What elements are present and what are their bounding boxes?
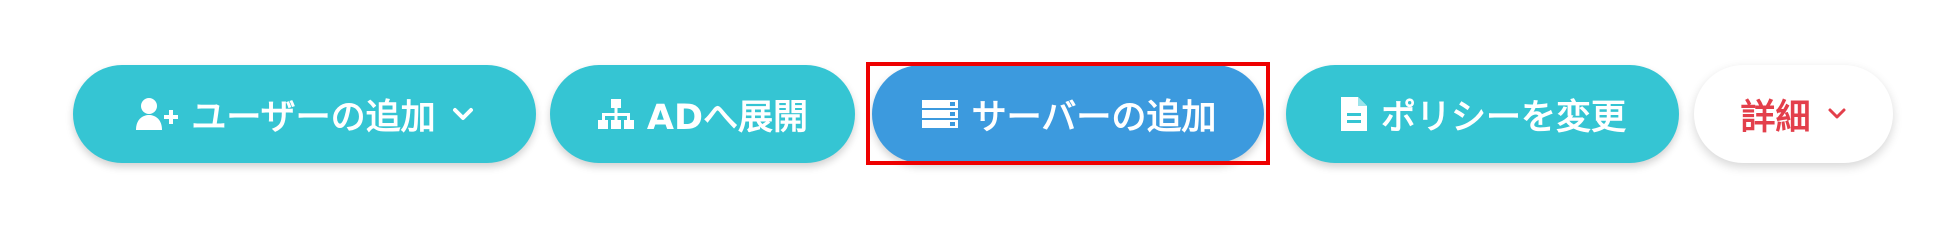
file-icon: [1339, 95, 1369, 133]
change-policy-button[interactable]: ポリシーを変更: [1286, 65, 1679, 163]
server-icon: [920, 98, 960, 130]
chevron-down-icon: [1827, 107, 1847, 121]
user-plus-icon: [135, 96, 179, 132]
chevron-down-icon: [452, 107, 474, 121]
change-policy-label: ポリシーを変更: [1380, 97, 1626, 138]
add-server-label: サーバーの追加: [971, 97, 1217, 138]
add-user-button[interactable]: ユーザーの追加: [73, 65, 536, 163]
details-button[interactable]: 詳細: [1694, 65, 1893, 163]
deploy-ad-button[interactable]: ADへ展開: [550, 65, 855, 163]
details-label: 詳細: [1740, 97, 1811, 138]
add-server-button[interactable]: サーバーの追加: [872, 65, 1264, 163]
deploy-ad-label: ADへ展開: [646, 97, 809, 138]
action-toolbar: ユーザーの追加 ADへ展開 サーバーの追加 ポリシーを変更 詳細: [0, 0, 1949, 247]
sitemap-icon: [597, 97, 635, 131]
add-user-label: ユーザーの追加: [191, 97, 436, 138]
